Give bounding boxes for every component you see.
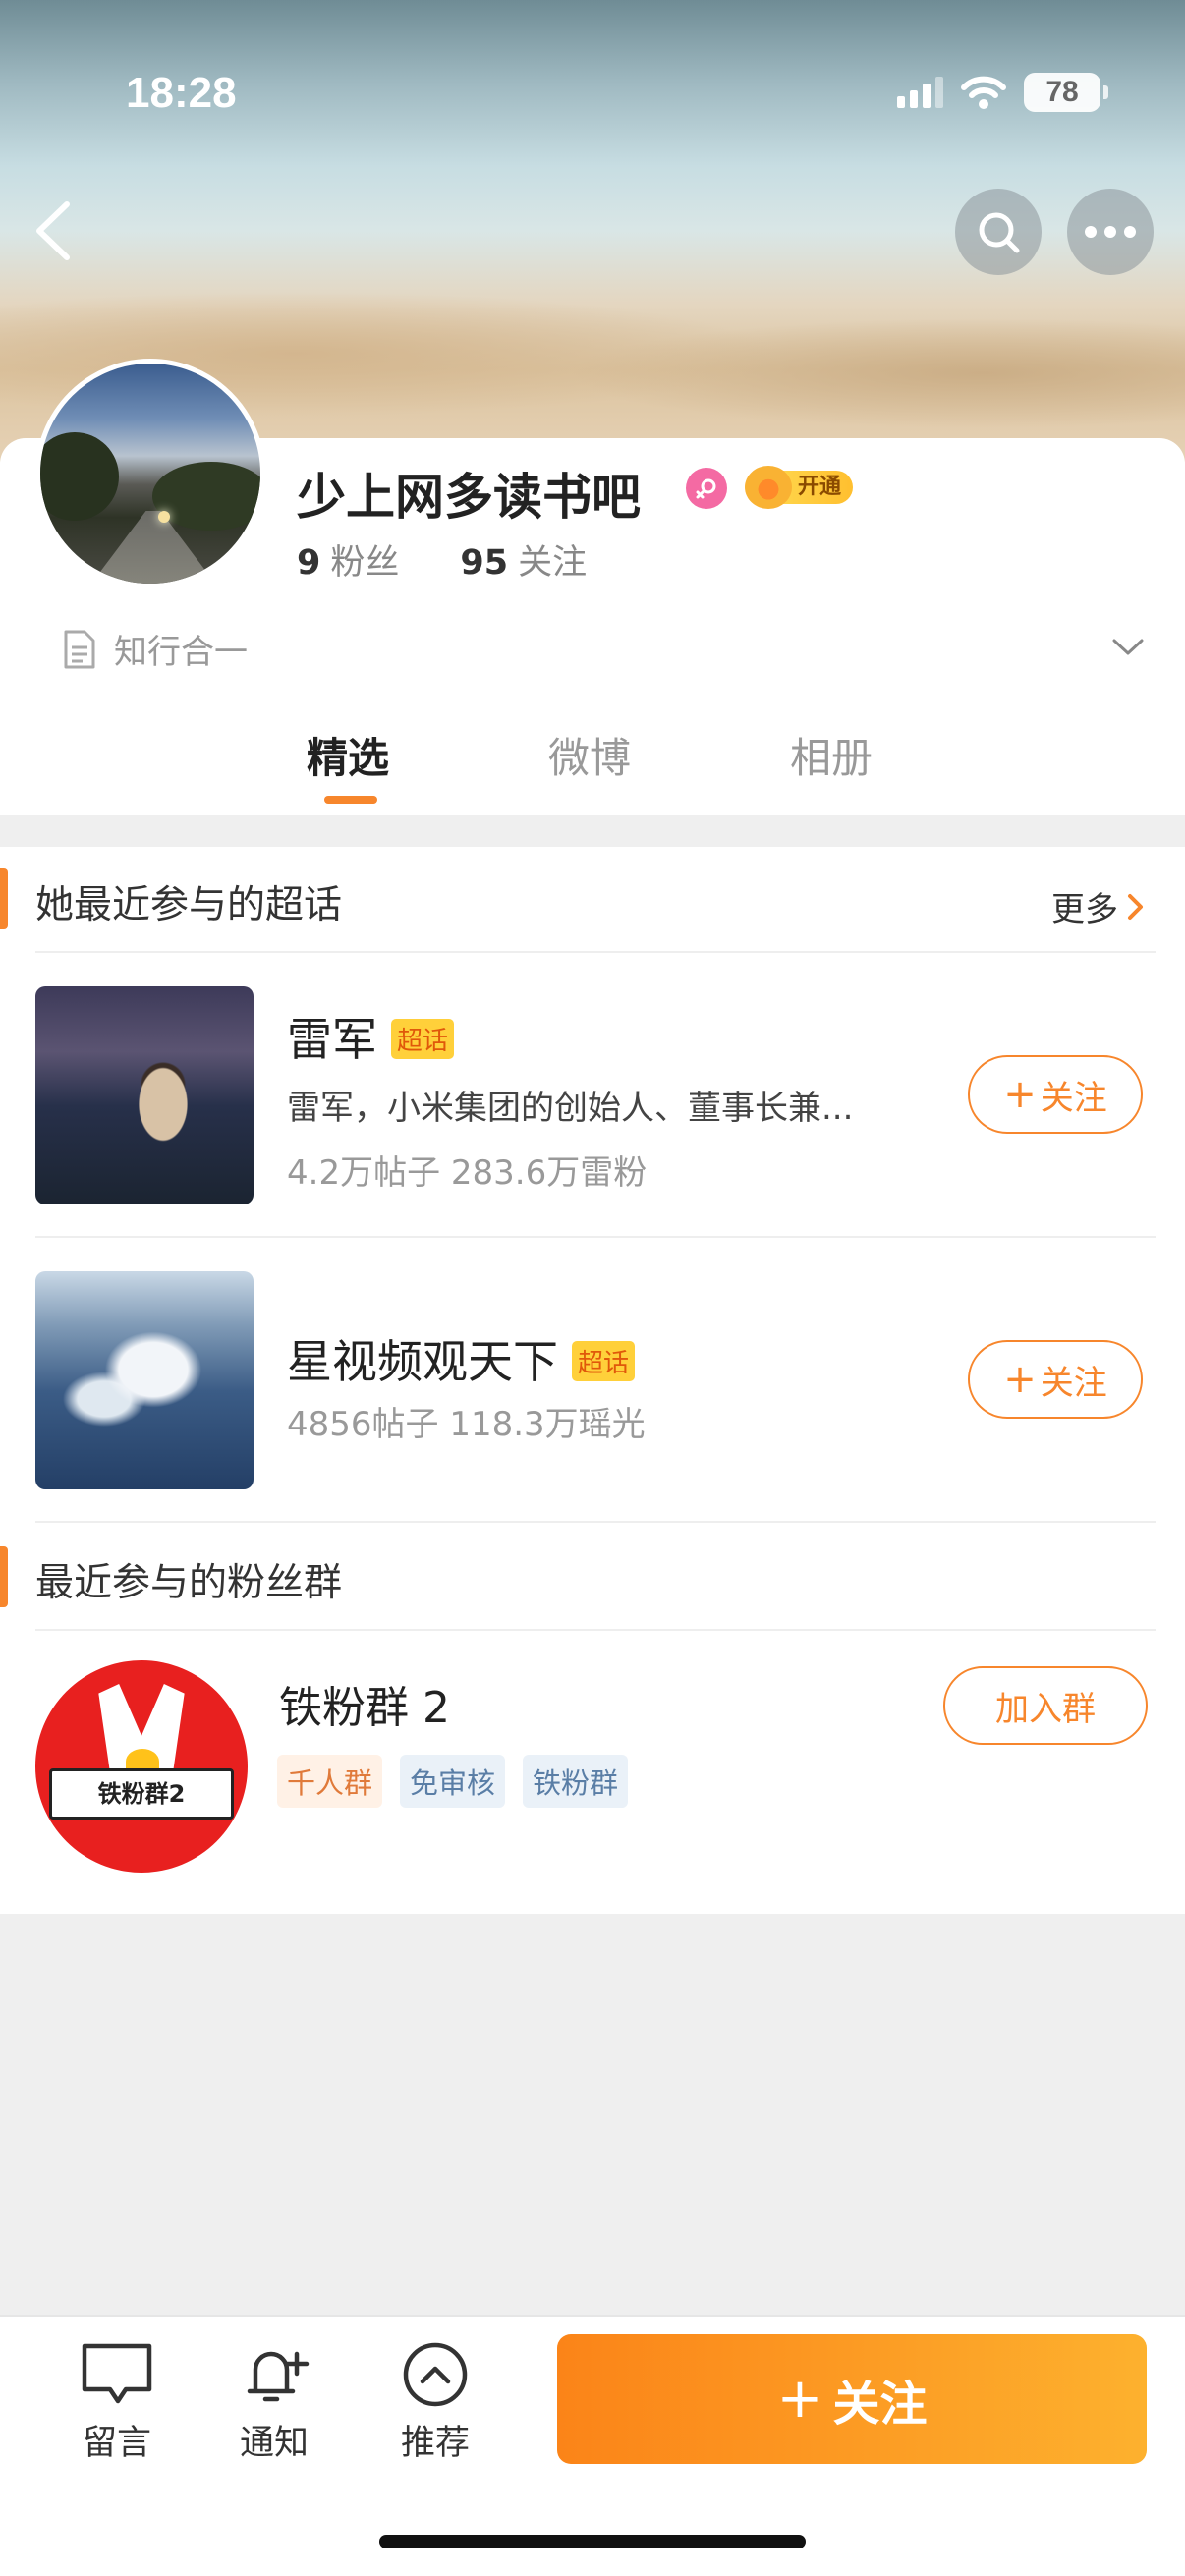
recommend-label: 推荐 xyxy=(400,2424,470,2463)
message-label: 留言 xyxy=(82,2424,151,2463)
topic-meta: 4856帖子 118.3万瑶光 xyxy=(287,1405,646,1444)
plus-icon: + xyxy=(1003,1357,1037,1402)
more-options-button[interactable] xyxy=(1067,189,1154,275)
user-avatar[interactable] xyxy=(35,359,265,588)
fans-label: 粉丝 xyxy=(330,543,400,583)
user-nickname: 少上网多读书吧 xyxy=(297,469,641,526)
group-tag: 免审核 xyxy=(400,1755,506,1808)
more-label: 更多 xyxy=(1051,890,1118,929)
crown-icon xyxy=(745,466,792,509)
cellular-signal-icon xyxy=(897,77,943,108)
tab-album[interactable]: 相册 xyxy=(790,725,873,785)
topic-name[interactable]: 星视频观天下 超话 xyxy=(287,1326,636,1391)
topic-name[interactable]: 雷军 超话 xyxy=(287,1004,455,1069)
plus-icon: + xyxy=(776,2367,823,2431)
section-accent-bar xyxy=(0,868,8,929)
female-gender-icon xyxy=(686,468,727,509)
topic-name-text: 星视频观天下 xyxy=(287,1335,558,1388)
profile-stats: 9 粉丝 95 关注 xyxy=(297,534,587,585)
battery-icon: 78 xyxy=(1024,73,1108,112)
follow-topic-button[interactable]: + 关注 xyxy=(968,1340,1143,1419)
bio-row[interactable]: 知行合一 xyxy=(61,625,248,673)
plus-icon: + xyxy=(1003,1072,1037,1117)
active-tab-indicator xyxy=(324,796,377,804)
chevron-down-icon[interactable] xyxy=(1110,629,1146,664)
fans-stat[interactable]: 9 粉丝 xyxy=(297,534,399,585)
divider xyxy=(35,951,1156,953)
fan-group-avatar[interactable]: 铁粉群2 xyxy=(35,1660,248,1873)
notify-label: 通知 xyxy=(239,2424,309,2463)
topic-thumbnail[interactable] xyxy=(35,986,254,1204)
divider xyxy=(35,1629,1156,1631)
group-avatar-label: 铁粉群2 xyxy=(49,1768,234,1820)
profile-tabs: 精选 微博 相册 xyxy=(0,725,1185,815)
bio-text: 知行合一 xyxy=(114,633,248,672)
divider xyxy=(35,1236,1156,1238)
topic-name-text: 雷军 xyxy=(287,1013,377,1066)
divider xyxy=(35,1521,1156,1523)
tab-weibo[interactable]: 微博 xyxy=(548,725,631,785)
search-button[interactable] xyxy=(955,189,1042,275)
section-accent-bar xyxy=(0,1546,8,1607)
vip-open-badge[interactable]: 开通 xyxy=(745,466,853,509)
bell-plus-icon xyxy=(247,2351,310,2402)
fans-count: 9 xyxy=(297,543,321,583)
fan-group-tags: 千人群 免审核 铁粉群 xyxy=(277,1755,629,1808)
follow-topic-button[interactable]: + 关注 xyxy=(968,1055,1143,1134)
super-topics-title: 她最近参与的超话 xyxy=(35,883,343,927)
group-tag: 铁粉群 xyxy=(523,1755,629,1808)
message-icon xyxy=(82,2343,152,2404)
join-group-button[interactable]: 加入群 xyxy=(943,1666,1148,1745)
notify-button[interactable]: 通知 xyxy=(220,2340,328,2465)
message-button[interactable]: 留言 xyxy=(63,2340,171,2465)
super-topic-tag: 超话 xyxy=(572,1341,636,1381)
chevron-right-icon xyxy=(1128,893,1143,920)
status-icons: 78 xyxy=(897,73,1108,112)
search-icon xyxy=(979,212,1020,253)
group-tag: 千人群 xyxy=(277,1755,383,1808)
topic-description: 雷军，小米集团的创始人、董事长兼... xyxy=(287,1089,854,1128)
home-indicator xyxy=(379,2535,806,2548)
back-arrow-icon[interactable] xyxy=(29,196,77,265)
follow-user-button[interactable]: + 关注 xyxy=(557,2334,1147,2464)
follow-label: 关注 xyxy=(1040,1078,1107,1118)
following-label: 关注 xyxy=(518,543,588,583)
document-icon xyxy=(64,630,95,668)
more-link[interactable]: 更多 xyxy=(1051,882,1146,930)
following-stat[interactable]: 95 关注 xyxy=(460,534,587,585)
super-topic-tag: 超话 xyxy=(391,1019,455,1059)
tab-featured[interactable]: 精选 xyxy=(307,725,389,785)
wifi-icon xyxy=(961,76,1006,109)
follow-user-label: 关注 xyxy=(832,2377,928,2432)
more-dots-icon xyxy=(1085,226,1136,238)
fan-group-name[interactable]: 铁粉群 2 xyxy=(279,1672,450,1735)
topic-meta: 4.2万帖子 283.6万雷粉 xyxy=(287,1153,648,1193)
topic-thumbnail[interactable] xyxy=(35,1271,254,1489)
chevron-up-circle-icon xyxy=(403,2342,468,2407)
recommend-button[interactable]: 推荐 xyxy=(381,2340,489,2465)
status-time: 18:28 xyxy=(126,69,237,117)
fan-groups-title: 最近参与的粉丝群 xyxy=(35,1561,343,1605)
follow-label: 关注 xyxy=(1040,1363,1107,1403)
following-count: 95 xyxy=(460,543,509,583)
